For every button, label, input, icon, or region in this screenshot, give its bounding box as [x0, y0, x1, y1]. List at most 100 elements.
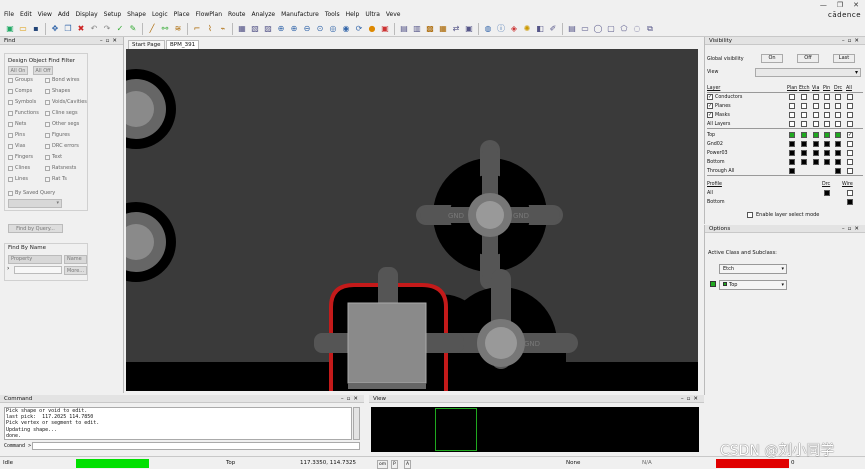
layer-color-black[interactable]	[847, 199, 853, 205]
zoom-in-icon[interactable]: ⊕	[288, 23, 300, 35]
menu-route[interactable]: Route	[228, 11, 245, 19]
layer-color-black[interactable]	[789, 150, 795, 156]
copy-icon[interactable]: ❐	[62, 23, 74, 35]
filter-fingers[interactable]: Fingers	[8, 154, 33, 160]
menu-help[interactable]: Help	[346, 11, 360, 19]
world-view-canvas[interactable]	[371, 407, 699, 452]
checkbox[interactable]	[45, 88, 50, 94]
checkbox[interactable]	[813, 121, 819, 127]
filter-vias[interactable]: Vias	[8, 143, 25, 149]
expand-arrow-icon[interactable]: ›	[7, 265, 9, 272]
menu-view[interactable]: View	[38, 11, 52, 19]
place-icon[interactable]: ▩	[424, 23, 436, 35]
drc-icon[interactable]: ◈	[508, 23, 520, 35]
find-by-query-button[interactable]: Find by Query...	[8, 224, 63, 233]
layer-color-black[interactable]	[835, 168, 841, 174]
filter-shapes[interactable]: Shapes	[45, 88, 70, 94]
menu-logic[interactable]: Logic	[152, 11, 168, 19]
save-icon[interactable]: ▪	[30, 23, 42, 35]
checkbox[interactable]	[8, 121, 13, 127]
filter-other-segs[interactable]: Other segs	[45, 121, 79, 127]
saved-query-select[interactable]: ▾	[8, 199, 62, 208]
checkbox[interactable]	[847, 150, 853, 156]
delete-icon[interactable]: ✖	[75, 23, 87, 35]
zoom-out-icon[interactable]: ⊖	[301, 23, 313, 35]
tab-bpm-391[interactable]: BPM_391	[166, 40, 200, 49]
checkbox[interactable]	[8, 143, 13, 149]
layer-color-black[interactable]	[789, 141, 795, 147]
layer-color-black[interactable]	[824, 190, 830, 196]
filter-clines[interactable]: Clines	[8, 165, 30, 171]
checkbox[interactable]	[847, 159, 853, 165]
checkbox[interactable]	[8, 88, 13, 94]
menu-veve[interactable]: Veve	[386, 11, 401, 19]
checkbox[interactable]	[789, 94, 795, 100]
layer-icon[interactable]: ▤	[566, 23, 578, 35]
checkbox[interactable]	[813, 112, 819, 118]
menu-ultra[interactable]: Ultra	[365, 11, 380, 19]
check-icon[interactable]: ▣	[463, 23, 475, 35]
checkbox[interactable]	[45, 176, 50, 182]
global-on-button[interactable]: On	[761, 54, 783, 63]
filter-symbols[interactable]: Symbols	[8, 99, 36, 105]
swap-icon[interactable]: ⇄	[450, 23, 462, 35]
zoom-world-icon[interactable]: ⊙	[314, 23, 326, 35]
menu-manufacture[interactable]: Manufacture	[281, 11, 319, 19]
filter-comps[interactable]: Comps	[8, 88, 32, 94]
checkbox[interactable]	[801, 121, 807, 127]
grid-icon[interactable]: ▦	[236, 23, 248, 35]
status-a-button[interactable]: A	[404, 460, 412, 469]
checkbox[interactable]	[847, 141, 853, 147]
menu-shape[interactable]: Shape	[127, 11, 146, 19]
property-select[interactable]: Property	[8, 255, 62, 264]
checkbox[interactable]	[847, 103, 853, 109]
checkbox[interactable]	[835, 121, 841, 127]
view-select[interactable]: ▾	[755, 68, 861, 77]
vertex-icon[interactable]: ⌇	[204, 23, 216, 35]
layer-color-black[interactable]	[835, 150, 841, 156]
zoom-center-icon[interactable]: ◉	[340, 23, 352, 35]
all-on-button[interactable]: All On	[8, 66, 28, 75]
pin-icon[interactable]: ✓	[114, 23, 126, 35]
profile-bottom[interactable]: Bottom	[707, 198, 863, 207]
layer-color-black[interactable]	[813, 159, 819, 165]
checkbox[interactable]	[813, 103, 819, 109]
measure-icon[interactable]: ◍	[482, 23, 494, 35]
redo-icon[interactable]: ↷	[101, 23, 113, 35]
layer-top[interactable]: Top ✓	[707, 131, 863, 140]
shadow-icon[interactable]: ▨	[262, 23, 274, 35]
spread-icon[interactable]: ⌁	[217, 23, 229, 35]
layer-color-black[interactable]	[789, 159, 795, 165]
menu-edit[interactable]: Edit	[20, 11, 32, 19]
unpin-icon[interactable]: ✎	[127, 23, 139, 35]
checkbox-checked[interactable]: ✓	[707, 103, 713, 109]
subclass-select[interactable]: Top ▾	[719, 280, 787, 290]
filter-cline-segs[interactable]: Cline segs	[45, 110, 78, 116]
name-select[interactable]: Name	[64, 255, 87, 264]
filter-rat-ts[interactable]: Rat Ts	[45, 176, 67, 182]
layer-through-all[interactable]: Through All	[707, 167, 863, 176]
checkbox[interactable]	[835, 94, 841, 100]
panel-controls-icon[interactable]: –▫✕	[681, 395, 701, 403]
checkbox[interactable]	[8, 99, 13, 105]
layer-color-green[interactable]	[824, 132, 830, 138]
checkbox[interactable]	[8, 190, 13, 196]
checkbox[interactable]	[45, 110, 50, 116]
checkbox-checked[interactable]: ✓	[847, 132, 853, 138]
checkbox[interactable]	[8, 154, 13, 160]
layer-color-black[interactable]	[801, 159, 807, 165]
checkbox[interactable]	[847, 112, 853, 118]
layer-color-black[interactable]	[801, 141, 807, 147]
group-masks[interactable]: ✓ Masks	[707, 111, 863, 120]
menu-place[interactable]: Place	[174, 11, 190, 19]
checkbox[interactable]	[801, 103, 807, 109]
shape-rect-icon[interactable]: ▢	[605, 23, 617, 35]
by-saved-query[interactable]: By Saved Query	[8, 190, 55, 196]
menu-display[interactable]: Display	[76, 11, 98, 19]
undo-icon[interactable]: ↶	[88, 23, 100, 35]
zoom-previous-icon[interactable]: ◎	[327, 23, 339, 35]
layer-color-black[interactable]	[824, 141, 830, 147]
custom-smooth-icon[interactable]: ⌐	[191, 23, 203, 35]
filter-text[interactable]: Text	[45, 154, 62, 160]
menu-flowplan[interactable]: FlowPlan	[196, 11, 222, 19]
